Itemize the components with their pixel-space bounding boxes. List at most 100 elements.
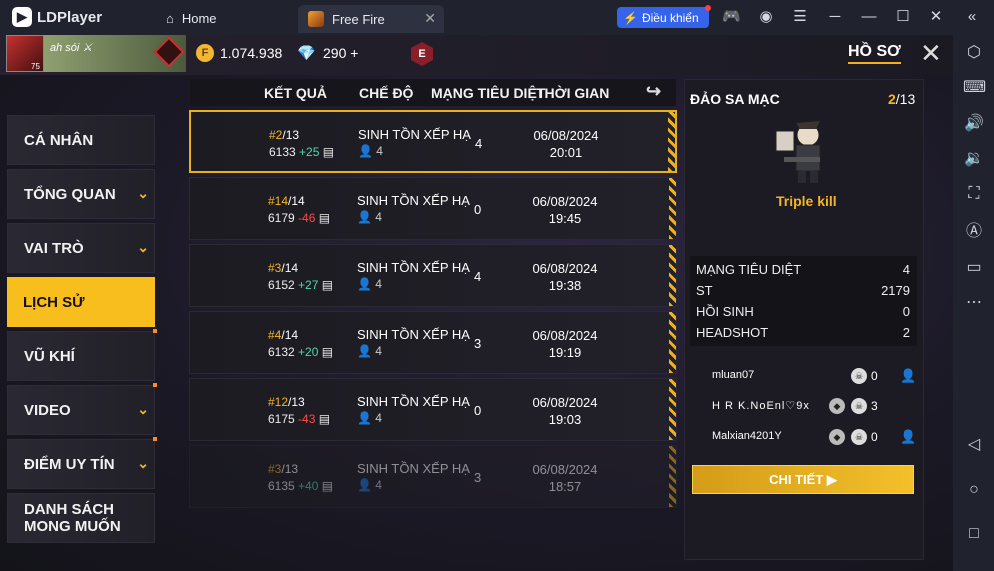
menu-danh-sach-mong-muon[interactable]: DANH SÁCH MONG MUỐN: [7, 493, 155, 543]
col-kills: MẠNG TIÊU DIỆT: [431, 85, 546, 101]
menu-label: CÁ NHÂN: [24, 131, 94, 149]
more-icon[interactable]: ⋯: [963, 292, 985, 314]
volume-up-icon[interactable]: 🔊: [963, 113, 985, 135]
match-kills: 3: [474, 336, 482, 351]
menu-tong-quan[interactable]: TỔNG QUAN ⌄: [7, 169, 155, 219]
match-kills: 4: [474, 269, 482, 284]
gamepad-icon[interactable]: 🎮: [722, 8, 741, 26]
detail-list-icon: ▤: [321, 345, 334, 359]
menu-vai-tro[interactable]: VAI TRÒ ⌄: [7, 223, 155, 273]
squad-size: 👤 4: [358, 144, 383, 158]
minimize-icon[interactable]: ─: [826, 8, 844, 26]
menu-label: VIDEO: [24, 401, 71, 419]
fullscreen-icon[interactable]: ⛶: [963, 183, 985, 205]
control-button[interactable]: ⚡ Điều khiển: [617, 5, 711, 28]
settings-icon[interactable]: ⬡: [963, 42, 985, 64]
map-name: ĐẢO SA MẠC: [690, 91, 780, 107]
skull-icon: ☠: [851, 398, 867, 414]
menu-lich-su[interactable]: LỊCH SỬ: [7, 277, 155, 327]
collapse-sidebar-icon[interactable]: «: [963, 8, 981, 26]
close-window-icon[interactable]: ✕: [927, 8, 945, 26]
match-rank: 2/13: [888, 91, 916, 107]
match-time: 19:45: [548, 211, 582, 226]
character-highlight-icon: [775, 121, 821, 183]
ldplayer-logo: ▶ LDPlayer: [12, 7, 102, 27]
match-date: 06/08/2024: [532, 328, 598, 343]
teammate-kills: 0: [871, 369, 878, 383]
recent-apps-icon[interactable]: □: [963, 523, 985, 545]
operation-record-icon[interactable]: Ⓐ: [963, 221, 985, 243]
player-banner[interactable]: ah sói ⚔: [44, 35, 186, 72]
chevron-down-icon: ⌄: [137, 239, 149, 255]
history-row[interactable]: #3/14 6152 +27 ▤ SINH TỒN XẾP HẠ 👤 4 4 06/08/…: [189, 244, 677, 307]
menu-ca-nhan[interactable]: CÁ NHÂN: [7, 115, 155, 165]
match-stats: MẠNG TIÊU DIỆT 4 ST 2179 HỒI SINH 0 HEADSHO…: [690, 256, 917, 346]
match-mode: SINH TỒN XẾP HẠ: [358, 127, 471, 142]
person-icon: 👤: [357, 344, 372, 358]
volume-down-icon[interactable]: 🔉: [963, 148, 985, 170]
share-icon[interactable]: ↪: [646, 81, 661, 102]
row-stripe: [669, 379, 676, 440]
history-row[interactable]: #3/13 6135 +40 ▤ SINH TỒN XẾP HẠ 👤 4 3 06/08/…: [189, 445, 677, 508]
menu-icon[interactable]: ☰: [791, 8, 809, 26]
match-mode: SINH TỒN XẾP HẠ: [357, 461, 470, 476]
chevron-down-icon: ⌄: [137, 185, 149, 201]
close-tab-icon[interactable]: ✕: [424, 10, 436, 27]
col-mode: CHẾ ĐỘ: [359, 85, 414, 101]
person-icon: 👤: [357, 478, 372, 492]
history-row[interactable]: #4/14 6132 +20 ▤ SINH TỒN XẾP HẠ 👤 4 3 06/08/…: [189, 311, 677, 374]
match-time: 19:03: [548, 412, 582, 427]
gold-amount: 1.074.938: [220, 45, 283, 61]
rank-points: 6132 +20 ▤: [268, 345, 334, 359]
minimize-window-icon[interactable]: —: [860, 8, 878, 26]
avatar[interactable]: 75: [6, 35, 44, 72]
squad-size: 👤 4: [357, 277, 382, 291]
skull-icon: ☠: [851, 429, 867, 445]
menu-video[interactable]: VIDEO ⌄: [7, 383, 157, 435]
add-friend-icon[interactable]: 👤: [900, 368, 916, 384]
menu-vu-khi[interactable]: VŨ KHÍ: [7, 329, 157, 381]
tab-free-fire-label: Free Fire: [332, 11, 385, 27]
row-stripe: [669, 245, 676, 306]
keyboard-icon[interactable]: ⌨: [963, 77, 986, 99]
history-row[interactable]: #14/14 6179 -46 ▤ SINH TỒN XẾP HẠ 👤 4 0 06/08…: [189, 177, 677, 240]
account-icon[interactable]: ◉: [757, 8, 775, 26]
player-level: 75: [31, 62, 40, 71]
emulator-titlebar: ▶ LDPlayer ⌂ Home Free Fire ✕ ⚡ Điều khi…: [0, 0, 994, 35]
close-icon[interactable]: ✕: [920, 40, 942, 66]
maximize-icon[interactable]: ☐: [894, 8, 912, 26]
detail-list-icon: ▤: [321, 479, 334, 493]
rank-points: 6133 +25 ▤: [269, 145, 335, 159]
tab-free-fire[interactable]: Free Fire ✕: [298, 5, 444, 33]
match-date: 06/08/2024: [532, 261, 598, 276]
teammate-kills: 0: [871, 430, 878, 444]
rank-points: 6135 +40 ▤: [268, 479, 334, 493]
menu-label: VŨ KHÍ: [24, 347, 75, 365]
row-stripe: [669, 446, 676, 507]
teammate-name[interactable]: H R K.NoEnl♡9x: [712, 399, 810, 412]
free-fire-icon: [308, 11, 324, 27]
detail-list-icon: ▤: [321, 278, 334, 292]
home-nav-icon[interactable]: ○: [963, 479, 985, 501]
add-friend-icon[interactable]: 👤: [900, 429, 916, 445]
teammate-kills: 3: [871, 399, 878, 413]
detail-button[interactable]: CHI TIẾT ▶: [692, 465, 914, 494]
match-kills: 0: [474, 403, 482, 418]
display-icon[interactable]: ▭: [963, 257, 985, 279]
topup-button[interactable]: +: [350, 45, 358, 61]
rank-points: 6175 -43 ▤: [268, 412, 331, 426]
match-kills: 0: [474, 202, 482, 217]
tab-home[interactable]: ⌂ Home: [160, 5, 290, 31]
game-screen: 75 ah sói ⚔ F 1.074.938 💎 290 + E HỒ SƠ …: [0, 35, 953, 571]
match-kills: 4: [475, 136, 483, 151]
teammate-name[interactable]: Malxian4201Y: [712, 430, 782, 442]
history-row[interactable]: #2/13 6133 +25 ▤ SINH TỒN XẾP HẠ 👤 4 4 06/08/…: [189, 110, 677, 173]
notification-dot: [153, 383, 157, 387]
menu-diem-uy-tin[interactable]: ĐIỂM UY TÍN ⌄: [7, 437, 157, 489]
teammate-name[interactable]: mluan07: [712, 369, 754, 381]
rank-points: 6152 +27 ▤: [268, 278, 334, 292]
back-icon[interactable]: ◁: [963, 434, 985, 456]
history-row[interactable]: #12/13 6175 -43 ▤ SINH TỒN XẾP HẠ 👤 4 0 06/08…: [189, 378, 677, 441]
match-date: 06/08/2024: [533, 128, 599, 143]
match-kills: 3: [474, 470, 482, 485]
